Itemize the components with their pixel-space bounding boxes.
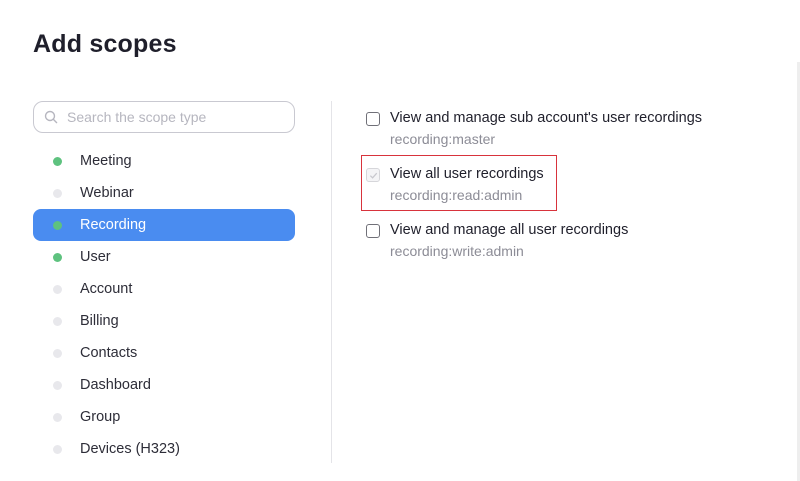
sidebar-item-devices-h323[interactable]: Devices (H323)	[33, 433, 295, 465]
status-dot	[53, 284, 62, 294]
sidebar-item-label: Dashboard	[80, 377, 151, 393]
scope-code: recording:master	[390, 131, 496, 147]
status-dot	[53, 444, 62, 454]
status-dot	[53, 188, 62, 198]
sidebar-item-billing[interactable]: Billing	[33, 305, 295, 337]
scope-option[interactable]: View and manage sub account's user recor…	[366, 108, 702, 164]
checkmark-icon	[369, 172, 377, 179]
sidebar-item-user[interactable]: User	[33, 241, 295, 273]
sidebar-item-label: Webinar	[80, 185, 134, 201]
sidebar-item-group[interactable]: Group	[33, 401, 295, 433]
scope-code: recording:read:admin	[390, 187, 523, 203]
scope-title: View all user recordings	[390, 166, 544, 182]
scope-option[interactable]: View and manage all user recordings reco…	[366, 220, 702, 276]
sidebar-item-label: User	[80, 249, 111, 265]
search-input[interactable]	[65, 108, 289, 126]
scope-type-list: Meeting Webinar Recording User Account B…	[33, 145, 295, 465]
status-dot	[53, 348, 62, 358]
scope-code: recording:write:admin	[390, 243, 524, 259]
scope-title: View and manage sub account's user recor…	[390, 110, 703, 126]
status-dot	[53, 412, 62, 422]
scope-list: View and manage sub account's user recor…	[361, 108, 702, 276]
sidebar-item-label: Billing	[80, 313, 119, 329]
sidebar-item-dashboard[interactable]: Dashboard	[33, 369, 295, 401]
sidebar-item-meeting[interactable]: Meeting	[33, 145, 295, 177]
status-dot	[53, 220, 62, 230]
sidebar-item-label: Meeting	[80, 153, 132, 169]
column-divider	[331, 101, 332, 463]
scope-option[interactable]: View all user recordings recording:read:…	[361, 155, 702, 220]
sidebar-item-contacts[interactable]: Contacts	[33, 337, 295, 369]
scope-checkbox[interactable]	[366, 168, 380, 182]
status-dot	[53, 316, 62, 326]
status-dot	[53, 156, 62, 166]
search-box[interactable]	[33, 101, 295, 133]
sidebar-item-recording[interactable]: Recording	[33, 209, 295, 241]
sidebar-item-account[interactable]: Account	[33, 273, 295, 305]
sidebar-item-label: Account	[80, 281, 133, 297]
status-dot	[53, 380, 62, 390]
sidebar-item-label: Group	[80, 409, 121, 425]
sidebar-item-label: Contacts	[80, 345, 138, 361]
scope-title: View and manage all user recordings	[390, 222, 629, 238]
page-title: Add scopes	[33, 30, 177, 58]
scope-type-sidebar: Meeting Webinar Recording User Account B…	[33, 101, 295, 465]
scope-checkbox[interactable]	[366, 224, 380, 238]
sidebar-item-label: Devices (H323)	[80, 441, 180, 457]
search-icon	[44, 110, 58, 124]
sidebar-item-webinar[interactable]: Webinar	[33, 177, 295, 209]
scope-checkbox[interactable]	[366, 112, 380, 126]
status-dot	[53, 252, 62, 262]
sidebar-item-label: Recording	[80, 217, 147, 233]
